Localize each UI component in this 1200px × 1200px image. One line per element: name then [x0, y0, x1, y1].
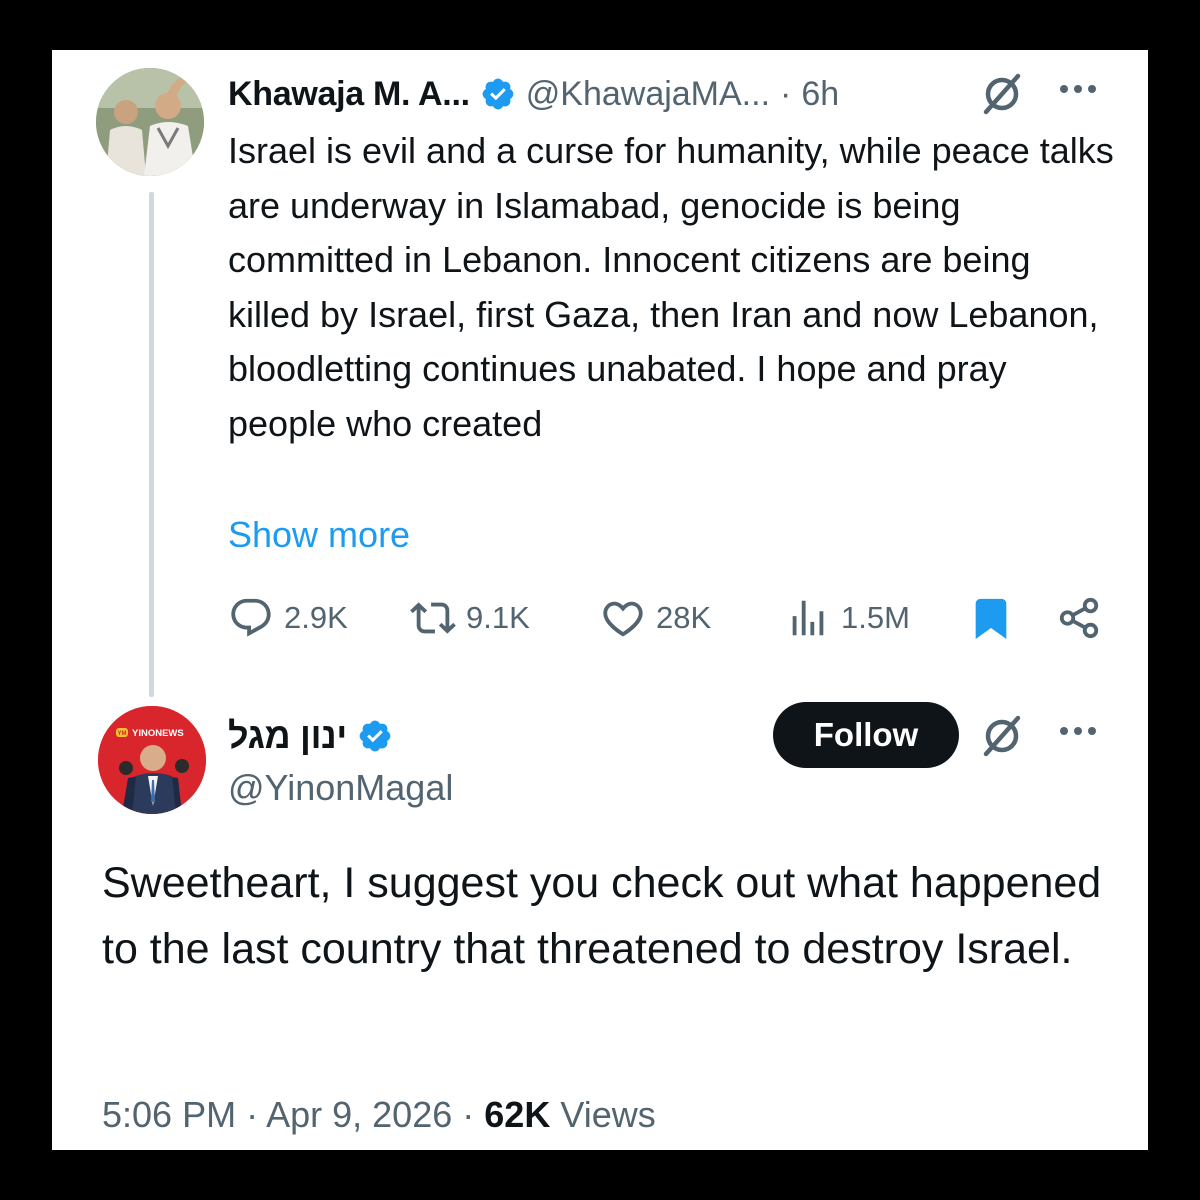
views-count[interactable]: 62K: [484, 1094, 550, 1135]
reply-button[interactable]: 2.9K: [228, 590, 348, 646]
tweet-date[interactable]: Apr 9, 2026: [266, 1094, 452, 1135]
bookmark-button[interactable]: [968, 590, 1014, 646]
views-icon: [792, 600, 824, 636]
author-name[interactable]: ינון מגל: [228, 715, 347, 757]
tweet-card: Khawaja M. A... @KhawajaMA... · 6h Israe…: [52, 50, 1148, 1150]
share-button[interactable]: [1056, 590, 1102, 646]
like-icon: [603, 601, 643, 637]
avatar-label: YINONEWS: [132, 728, 184, 739]
tweet-meta: 5:06 PM · Apr 9, 2026 · 62K Views: [102, 1090, 656, 1140]
quoted-tweet-header: Khawaja M. A... @KhawajaMA... · 6h: [228, 70, 839, 118]
avatar-photo: YM YINONEWS: [98, 706, 206, 814]
action-bar: 2.9K 9.1K 28K 1.5M: [228, 590, 1118, 646]
quoted-tweet-text: Israel is evil and a curse for humanity,…: [228, 130, 1114, 444]
avatar[interactable]: YM YINONEWS: [98, 706, 206, 814]
avatar[interactable]: [96, 68, 204, 176]
verified-badge-icon: [482, 78, 514, 110]
views-label: Views: [560, 1094, 656, 1135]
bookmark-icon: [975, 598, 1007, 639]
grok-icon[interactable]: [980, 72, 1024, 116]
repost-count: 9.1K: [466, 600, 530, 635]
avatar-logo: YM: [118, 731, 127, 737]
main-tweet-header: ינון מגל: [228, 712, 393, 760]
separator: ·: [780, 74, 792, 113]
repost-button[interactable]: 9.1K: [410, 590, 530, 646]
views-count: 1.5M: [841, 600, 910, 635]
reply-icon: [231, 598, 271, 637]
main-tweet-text: Sweetheart, I suggest you check out what…: [102, 859, 1102, 973]
follow-button[interactable]: Follow: [773, 702, 959, 768]
more-icon[interactable]: [1056, 718, 1100, 744]
grok-icon[interactable]: [980, 714, 1024, 758]
more-icon[interactable]: [1056, 76, 1100, 102]
show-more-link[interactable]: Show more: [228, 508, 410, 562]
separator: ·: [246, 1094, 259, 1135]
separator: ·: [462, 1094, 475, 1135]
like-button[interactable]: 28K: [600, 590, 711, 646]
author-name[interactable]: Khawaja M. A...: [228, 75, 470, 114]
reply-count: 2.9K: [284, 600, 348, 635]
author-handle[interactable]: @KhawajaMA...: [526, 75, 770, 114]
repost-icon: [410, 602, 456, 634]
views-button[interactable]: 1.5M: [785, 590, 910, 646]
author-handle[interactable]: @YinonMagal: [228, 764, 453, 812]
thread-line: [149, 192, 154, 697]
avatar-photo: [96, 68, 204, 176]
share-icon: [1059, 597, 1099, 639]
tweet-time[interactable]: 5:06 PM: [102, 1094, 236, 1135]
verified-badge-icon: [359, 720, 391, 752]
timestamp[interactable]: 6h: [801, 75, 839, 114]
like-count: 28K: [656, 600, 712, 635]
